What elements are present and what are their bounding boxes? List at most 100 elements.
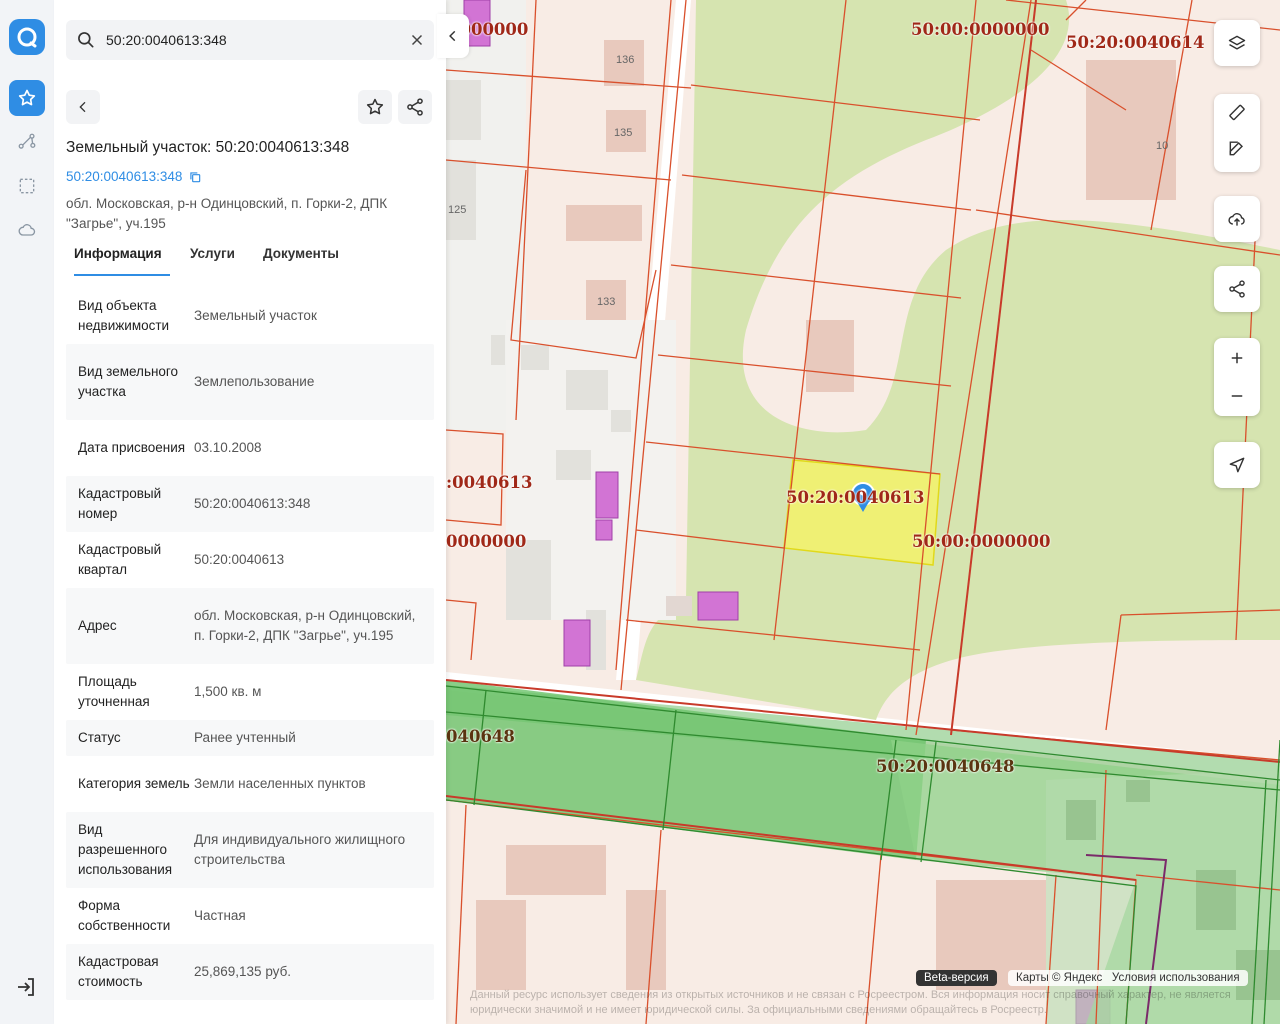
left-rail [0,0,55,1024]
row-value: Земельный участок [194,308,317,323]
share-button[interactable] [398,90,432,124]
row-key: Площадь уточненная [78,674,150,709]
disclaimer-text: Данный ресурс использует сведения из отк… [470,989,1231,1016]
layers-control[interactable] [1214,20,1260,66]
map-view[interactable]: 0000000 50:00:0000000 50:20:0040614 :004… [446,0,1280,1024]
tab-bar: Информация Услуги Документы [66,238,434,276]
share-map-icon[interactable] [1214,266,1260,312]
row-key: Вид объекта недвижимости [78,298,170,333]
row-value: 03.10.2008 [194,440,262,455]
house-number: 136 [616,54,635,66]
upload-cloud-icon[interactable] [1214,196,1260,242]
navigation-arrow-icon[interactable] [1214,442,1260,488]
share-icon [407,98,423,116]
zoom-control [1214,338,1260,416]
table-row: Дата присвоения 03.10.2008 [66,420,434,476]
cadastral-number-link[interactable]: 50:20:0040613:348 [66,169,202,184]
route-nodes-icon[interactable] [9,124,45,160]
area-select-icon[interactable] [9,168,45,204]
tab-documents[interactable]: Документы [263,246,339,261]
tools-control [1214,94,1260,172]
map-attribution: Карты © Яндекс Условия использования [1008,970,1248,986]
row-key: Кадастровый номер [78,486,162,521]
row-value: Земли населенных пунктов [194,776,366,791]
map-label: :0040613 [446,473,533,492]
table-row: Площадь уточненная 1,500 кв. м [66,664,434,720]
map-canvas[interactable] [446,0,1280,1024]
zoom-out-icon[interactable] [1214,378,1260,414]
clear-search-icon[interactable] [408,31,426,54]
row-value: Ранее учтенный [194,730,296,745]
house-number: 10 [1156,140,1169,152]
search-input[interactable]: 50:20:0040613:348 [106,32,227,48]
row-key: Кадастровая стоимость [78,954,159,989]
table-row: Кадастровый квартал 50:20:0040613 [66,532,434,588]
star-icon [366,98,384,115]
table-row: Кадастровая стоимость 25,869,135 руб. [66,944,434,1000]
collapse-panel-button[interactable] [437,14,469,58]
page-title: Земельный участок: 50:20:0040613:348 [66,139,350,156]
map-label: 50:20:0040648 [876,757,1015,776]
table-row: Форма собственности Частная [66,888,434,944]
house-number: 135 [614,127,633,139]
cloud-icon[interactable] [9,212,45,248]
table-row: Вид объекта недвижимости Земельный участо… [66,288,434,344]
table-row: Вид земельного участка Землепользование [66,344,434,420]
terms-link[interactable]: Условия использования [1112,972,1240,984]
chevron-left-icon [79,101,86,113]
layers-icon[interactable] [1214,20,1260,66]
house-number: 125 [448,204,467,216]
upload-control[interactable] [1214,196,1260,242]
row-value: Землепользование [194,374,315,389]
share-control[interactable] [1214,266,1260,312]
info-panel: 50:20:0040613:348 Земельный участок: 50:… [54,0,446,1024]
map-label: 50:00:0000000 [911,20,1050,39]
tab-information[interactable]: Информация [74,246,162,261]
row-key: Дата присвоения [78,440,186,455]
back-button[interactable] [66,90,100,124]
map-label: 040648 [446,727,515,746]
active-tab-indicator [74,274,170,276]
row-value: Частная [194,908,246,923]
row-value: 50:20:0040613:348 [194,496,311,511]
cadastral-number-text[interactable]: 50:20:0040613:348 [66,169,182,184]
favorites-star-icon[interactable] [9,80,45,116]
row-value: обл. Московская, р-н Одинцовский, п. Гор… [194,608,416,643]
copy-icon[interactable] [188,170,202,184]
edit-icon[interactable] [1214,130,1260,166]
table-row: Вид разрешенного использования Для индиви… [66,812,434,888]
search-icon [76,30,96,55]
house-number: 133 [597,296,616,308]
map-label: 50:20:0040614 [1066,33,1205,52]
ruler-icon[interactable] [1214,94,1260,130]
copyright-text[interactable]: Карты © Яндекс [1016,972,1102,984]
geolocation-control[interactable] [1214,442,1260,488]
map-label: 50:20:0040613 [786,488,925,507]
table-row: Кадастровый номер 50:20:0040613:348 [66,476,434,532]
address-text: обл. Московская, р-н Одинцовский, п. Гор… [66,196,388,231]
row-key: Статус [78,730,121,745]
row-value: 50:20:0040613 [194,552,285,567]
table-row: Статус Ранее учтенный [66,720,434,756]
info-table: Вид объекта недвижимости Земельный участо… [66,288,434,1000]
app-logo-icon[interactable] [9,19,45,55]
row-value: Для индивидуального жилищного строительс… [194,832,406,867]
zoom-in-icon[interactable] [1214,338,1260,378]
row-value: 1,500 кв. м [194,684,262,699]
row-key: Кадастровый квартал [78,542,162,577]
tab-services[interactable]: Услуги [190,246,235,261]
map-label: 50:00:0000000 [912,532,1051,551]
chevron-left-icon [449,30,456,42]
map-label: 0000000 [446,532,527,551]
favorite-button[interactable] [358,90,392,124]
row-key: Адрес [78,618,117,633]
beta-badge: Beta-версия [916,970,997,986]
row-key: Вид земельного участка [78,364,179,399]
row-key: Вид разрешенного использования [78,822,173,877]
table-row: Адрес обл. Московская, р-н Одинцовский, п… [66,588,434,664]
logout-icon[interactable] [14,975,38,1004]
table-row: Категория земель Земли населенных пунктов [66,756,434,812]
row-value: 25,869,135 руб. [194,964,292,979]
search-field[interactable]: 50:20:0040613:348 [66,20,434,60]
row-key: Категория земель [78,776,190,791]
